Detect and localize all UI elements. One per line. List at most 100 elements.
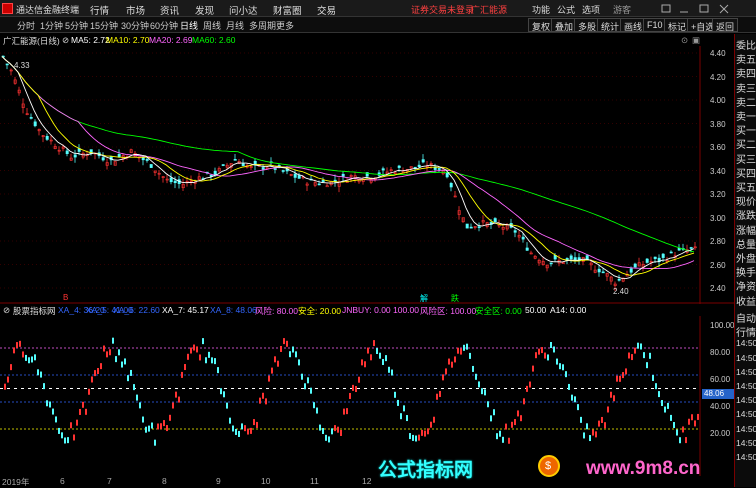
indicator-value: JNBUY: 0.00	[342, 305, 391, 315]
quote-panel: 委比 卖五 卖四 卖三 卖二 卖一 买一 买二 买三 买四 买五 现价 涨跌 涨幅 总量 外盘 换手 净资 收益 自动…	[734, 34, 756, 487]
indicator-chart[interactable]	[0, 316, 734, 476]
candle-body	[669, 251, 673, 254]
indicator-bar	[544, 352, 546, 359]
indicator-bar	[337, 426, 339, 433]
indicator-bar	[463, 344, 465, 351]
indicator-bar	[244, 425, 246, 432]
menu-bar: 通达信金融终端 行情 市场 资讯 发现 问小达 财富圈 交易 证券交易未登录 广…	[0, 0, 756, 17]
indicator-bar	[448, 358, 450, 365]
guest-user[interactable]: 游客	[613, 3, 631, 16]
panel-expand-icon[interactable]: ▣	[692, 35, 700, 46]
price-tick: 3.20	[710, 190, 726, 199]
maximize-icon[interactable]	[699, 4, 709, 13]
indicator-bar	[334, 425, 336, 432]
date-tick: 8	[162, 476, 167, 486]
menu-wenxiaoda[interactable]: 问小达	[229, 3, 258, 17]
indicator-bar	[613, 395, 615, 402]
indicator-bar	[370, 354, 372, 361]
indicator-bar	[145, 426, 147, 433]
period-5min[interactable]: 5分钟	[65, 19, 88, 32]
period-more[interactable]: 更多	[276, 19, 294, 32]
low-price-label: 2.40	[613, 287, 629, 296]
indicator-bar	[346, 408, 348, 415]
period-30min[interactable]: 30分钟	[121, 19, 149, 32]
candle-body	[317, 183, 321, 186]
indicator-bar	[490, 415, 492, 422]
indicator-bar	[355, 386, 357, 393]
candle-body	[101, 157, 105, 161]
indicator-bar	[553, 346, 555, 353]
f10-button[interactable]: F10	[643, 18, 667, 32]
menu-shichang[interactable]: 市场	[126, 3, 145, 17]
candlestick-chart[interactable]	[0, 46, 734, 304]
indicator-bar	[559, 363, 561, 370]
date-tick: 12	[362, 476, 372, 486]
tick-time: 14:50	[736, 381, 756, 391]
candle-body	[293, 173, 297, 178]
signal-die-marker: 跌	[451, 294, 459, 303]
indicator-bar	[280, 345, 282, 352]
indicator-bar	[67, 437, 69, 444]
indicator-bar	[361, 359, 363, 366]
ma-legend: 广汇能源(日线) ⊘ MA5: 2.72 MA10: 2.70 MA20: 2.…	[0, 34, 700, 46]
indicator-bar	[172, 402, 174, 409]
indicator-bar	[634, 347, 636, 354]
quote-field-label: 买二	[736, 140, 756, 152]
indicator-bar	[604, 422, 606, 429]
indicator-bar	[283, 338, 285, 345]
restore-icon[interactable]	[661, 4, 671, 13]
indicator-bar	[4, 383, 6, 390]
panel-toggle-icon[interactable]: ⊙	[681, 35, 688, 46]
indicator-bar	[220, 388, 222, 395]
period-day[interactable]: 日线	[180, 19, 198, 32]
menu-faxian[interactable]: 发现	[195, 3, 214, 17]
indicator-bar	[529, 381, 531, 388]
candle-body	[241, 163, 245, 167]
indicator-bar	[7, 376, 9, 383]
indicator-bar	[250, 427, 252, 434]
indicator-bar	[31, 356, 33, 363]
indicator-bar	[469, 352, 471, 359]
period-month[interactable]: 月线	[226, 19, 244, 32]
period-1min[interactable]: 1分钟	[40, 19, 63, 32]
period-multi[interactable]: 多周期	[249, 19, 276, 32]
indicator-tick: 60.00	[710, 375, 731, 384]
date-tick: 10	[261, 476, 271, 486]
period-week[interactable]: 周线	[203, 19, 221, 32]
menu-zixun[interactable]: 资讯	[160, 3, 179, 17]
period-60min[interactable]: 60分钟	[150, 19, 178, 32]
candle-body	[261, 167, 265, 170]
settings-icon[interactable]: ⊘	[62, 35, 69, 46]
menu-gongshi[interactable]: 公式	[557, 3, 575, 16]
period-15min[interactable]: 15分钟	[90, 19, 118, 32]
indicator-bar	[97, 368, 99, 375]
indicator-bar	[22, 351, 24, 358]
period-fenshi[interactable]: 分时	[17, 19, 35, 32]
indicator-bar	[25, 354, 27, 361]
indicator-bar	[208, 351, 210, 358]
indicator-bar	[427, 428, 429, 435]
menu-caifuquan[interactable]: 财富圈	[273, 3, 302, 17]
indicator-bar	[121, 361, 123, 368]
indicator-bar	[247, 428, 249, 435]
indicator-bar	[520, 415, 522, 422]
indicator-bar	[667, 402, 669, 409]
menu-hangqing[interactable]: 行情	[90, 3, 109, 17]
login-notice[interactable]: 证券交易未登录	[411, 3, 474, 16]
candle-body	[569, 255, 573, 260]
indicator-settings-icon[interactable]: ⊘	[3, 305, 10, 316]
candle-body	[421, 159, 425, 163]
broker-name[interactable]: 广汇能源	[471, 3, 507, 16]
indicator-bar	[274, 356, 276, 363]
indicator-bar	[142, 416, 144, 423]
menu-gongneng[interactable]: 功能	[532, 3, 550, 16]
quote-field-label: 总量	[736, 239, 756, 251]
menu-jiaoyi[interactable]: 交易	[317, 3, 336, 17]
menu-xuanxiang[interactable]: 选项	[582, 3, 600, 16]
indicator-bar	[439, 390, 441, 397]
indicator-bar	[601, 416, 603, 423]
back-button[interactable]: 返回	[712, 18, 739, 32]
indicator-bar	[676, 429, 678, 436]
candle-body	[597, 268, 601, 273]
indicator-bar	[190, 347, 192, 354]
